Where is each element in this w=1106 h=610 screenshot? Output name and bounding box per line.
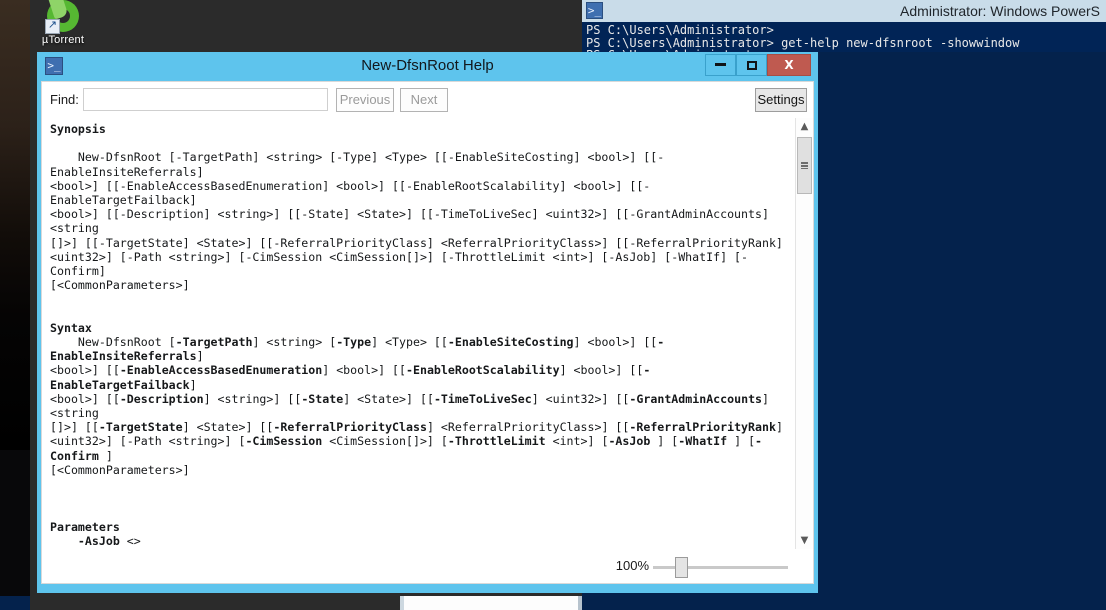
desktop-icon-label: µTorrent: [41, 34, 85, 46]
taskbar-item[interactable]: [400, 596, 582, 610]
zoom-level-label: 100%: [615, 558, 649, 573]
zoom-slider[interactable]: [653, 557, 788, 578]
chevron-down-icon[interactable]: ▼: [796, 532, 813, 549]
shortcut-arrow-icon: ↗: [45, 19, 60, 34]
window-controls: X: [705, 54, 811, 76]
find-toolbar: Find: Previous Next Settings: [42, 82, 813, 118]
help-content-area[interactable]: Synopsis New-DfsnRoot [-TargetPath] <str…: [42, 118, 813, 549]
close-button[interactable]: X: [767, 54, 811, 76]
help-text: Synopsis New-DfsnRoot [-TargetPath] <str…: [42, 118, 789, 549]
vertical-scrollbar[interactable]: ▲ ▼: [795, 118, 813, 549]
powershell-icon: >_: [586, 2, 603, 19]
desktop-wallpaper: [0, 0, 30, 450]
powershell-titlebar[interactable]: >_ Administrator: Windows PowerS: [582, 0, 1106, 22]
section-heading-syntax: Syntax: [50, 320, 92, 335]
help-window-title: New-DfsnRoot Help: [361, 57, 494, 74]
settings-button[interactable]: Settings: [755, 88, 807, 112]
taskbar-left-region: [30, 596, 400, 610]
minimize-button[interactable]: [705, 54, 736, 76]
previous-button[interactable]: Previous: [336, 88, 394, 112]
syntax-body: New-DfsnRoot [-TargetPath] <string> [-Ty…: [50, 335, 783, 477]
scrollbar-grip-icon: [801, 162, 808, 169]
section-heading-synopsis: Synopsis: [50, 122, 106, 136]
zoom-status-bar: 100%: [42, 549, 813, 583]
help-window-titlebar[interactable]: >_ New-DfsnRoot Help X: [37, 52, 818, 81]
powershell-window-title: Administrator: Windows PowerS: [900, 3, 1100, 19]
scrollbar-thumb[interactable]: [797, 137, 812, 194]
zoom-slider-thumb[interactable]: [675, 557, 688, 578]
taskbar[interactable]: [0, 596, 1106, 610]
parameter-name: -AsJob <>: [77, 533, 141, 548]
utorrent-icon: ↗: [45, 0, 79, 34]
find-label: Find:: [50, 92, 79, 107]
next-button[interactable]: Next: [400, 88, 448, 112]
section-heading-parameters: Parameters: [50, 519, 120, 534]
desktop-icon-utorrent[interactable]: ↗ µTorrent: [34, 0, 92, 47]
minimize-icon: [715, 63, 726, 66]
powershell-console-window[interactable]: >_ Administrator: Windows PowerS PS C:\U…: [582, 0, 1106, 61]
help-window[interactable]: >_ New-DfsnRoot Help X Find: Previous Ne…: [37, 52, 818, 593]
search-input[interactable]: [83, 88, 328, 111]
help-window-body: Find: Previous Next Settings Synopsis Ne…: [41, 81, 814, 584]
maximize-button[interactable]: [736, 54, 767, 76]
maximize-icon: [746, 60, 757, 70]
synopsis-body: New-DfsnRoot [-TargetPath] <string> [-Ty…: [50, 150, 783, 293]
chevron-up-icon[interactable]: ▲: [796, 118, 813, 135]
